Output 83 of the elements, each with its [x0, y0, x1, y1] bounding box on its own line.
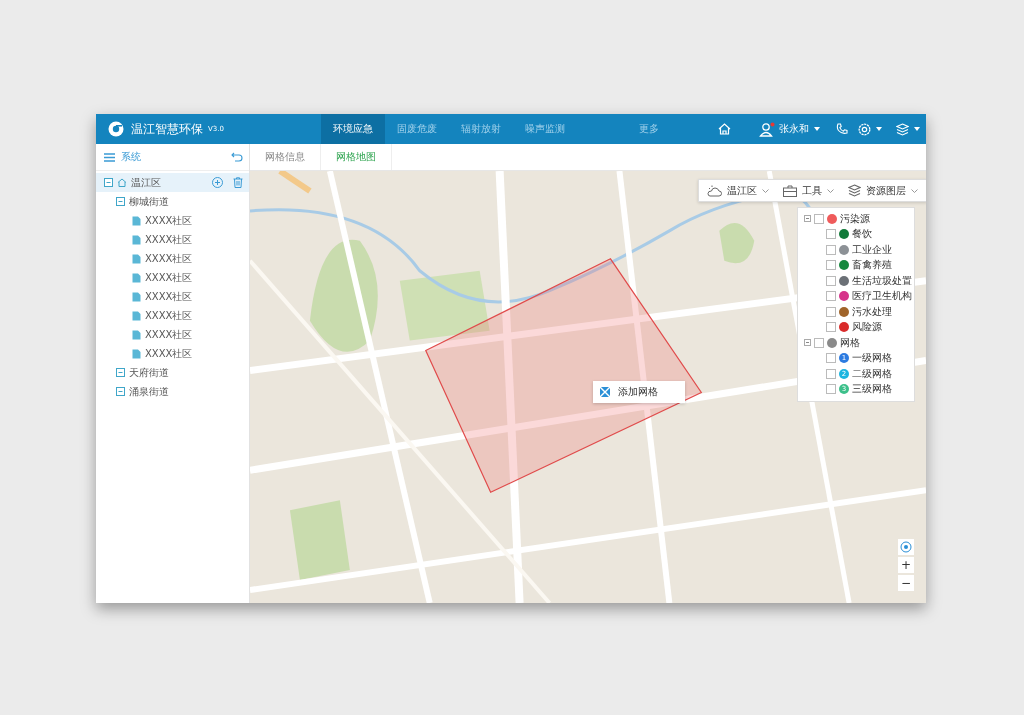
- collapse-icon[interactable]: [804, 215, 811, 223]
- document-icon: [132, 310, 141, 321]
- collapse-icon[interactable]: [804, 339, 811, 347]
- tree-item[interactable]: 柳城街道: [96, 192, 249, 211]
- layer-label: 污染源: [840, 211, 870, 226]
- tree-item[interactable]: XXXX社区: [96, 268, 249, 287]
- chevron-icon: [827, 188, 834, 193]
- tree-item[interactable]: XXXX社区: [96, 325, 249, 344]
- document-icon: [132, 348, 141, 359]
- layer-label: 医疗卫生机构: [852, 289, 912, 304]
- checkbox[interactable]: [826, 353, 836, 364]
- logo-icon: [108, 121, 124, 137]
- document-icon: [132, 234, 141, 245]
- settings-icon[interactable]: [858, 122, 871, 136]
- layer-label: 风险源: [852, 320, 882, 335]
- grid-icon: [600, 387, 610, 397]
- collapse-icon[interactable]: [116, 387, 125, 396]
- layer-label: 网格: [840, 335, 860, 350]
- caret-icon[interactable]: [876, 127, 882, 131]
- layer-label: 餐饮: [852, 227, 872, 242]
- document-icon: [132, 291, 141, 302]
- checkbox[interactable]: [814, 337, 824, 348]
- layer-label: 二级网格: [852, 366, 892, 381]
- checkbox[interactable]: [826, 291, 836, 302]
- phone-icon[interactable]: [836, 123, 848, 135]
- context-menu-item[interactable]: 添加网格: [593, 381, 685, 403]
- user-icon[interactable]: [759, 121, 775, 137]
- checkbox[interactable]: [826, 306, 836, 317]
- layers-icon[interactable]: [896, 122, 909, 136]
- app-title: 温江智慧环保: [131, 120, 203, 138]
- layer-label: 畜禽养殖: [852, 258, 892, 273]
- nav-tab[interactable]: 环境应急: [321, 114, 385, 144]
- collapse-icon[interactable]: [116, 368, 125, 377]
- checkbox[interactable]: [826, 322, 836, 333]
- document-icon: [132, 253, 141, 264]
- tree-item[interactable]: XXXX社区: [96, 287, 249, 306]
- user-name[interactable]: 张永和: [779, 122, 809, 136]
- tree-item[interactable]: XXXX社区: [96, 211, 249, 230]
- caret-icon[interactable]: [914, 127, 920, 131]
- grid-area[interactable]: [424, 258, 703, 494]
- layers-icon: [848, 184, 861, 197]
- toolbar-dropdown[interactable]: 工具: [783, 183, 834, 198]
- toolbox-icon: [783, 184, 797, 197]
- checkbox[interactable]: [826, 244, 836, 255]
- layer-label: 一级网格: [852, 351, 892, 366]
- zoom-out-button[interactable]: −: [898, 575, 914, 591]
- layer-label: 工业企业: [852, 242, 892, 257]
- tree-item[interactable]: XXXX社区: [96, 306, 249, 325]
- toolbar-dropdown[interactable]: 温江区: [707, 183, 769, 198]
- tree-item[interactable]: 温江区: [96, 173, 249, 192]
- checkbox[interactable]: [826, 229, 836, 240]
- chevron-icon: [911, 188, 918, 193]
- toolbar-dropdown[interactable]: 资源图层: [848, 183, 918, 198]
- home-icon: [117, 178, 127, 187]
- menu-icon[interactable]: [104, 152, 115, 162]
- checkbox[interactable]: [826, 368, 836, 379]
- chevron-icon: [762, 188, 769, 193]
- add-icon[interactable]: [212, 177, 223, 188]
- document-icon: [132, 272, 141, 283]
- caret-icon[interactable]: [814, 127, 820, 131]
- document-icon: [132, 215, 141, 226]
- checkbox[interactable]: [826, 275, 836, 286]
- sidebar-title: 系统: [121, 150, 141, 164]
- locate-icon[interactable]: [898, 539, 914, 555]
- checkbox[interactable]: [814, 213, 824, 224]
- collapse-icon[interactable]: [116, 197, 125, 206]
- layer-label: 生活垃圾处置: [852, 273, 912, 288]
- layer-label: 三级网格: [852, 382, 892, 397]
- tree-item[interactable]: 天府街道: [96, 363, 249, 382]
- delete-icon[interactable]: [233, 177, 243, 188]
- undo-icon[interactable]: [231, 152, 243, 162]
- document-icon: [132, 329, 141, 340]
- checkbox[interactable]: [826, 384, 836, 395]
- tree-item[interactable]: XXXX社区: [96, 344, 249, 363]
- tree-item[interactable]: 涌泉街道: [96, 382, 249, 401]
- cloud-icon: [707, 184, 722, 197]
- home-icon[interactable]: [718, 123, 731, 135]
- zoom-in-button[interactable]: +: [898, 557, 914, 573]
- collapse-icon[interactable]: [104, 178, 113, 187]
- layer-label: 污水处理: [852, 304, 892, 319]
- tree-item[interactable]: XXXX社区: [96, 230, 249, 249]
- checkbox[interactable]: [826, 260, 836, 271]
- tree-item[interactable]: XXXX社区: [96, 249, 249, 268]
